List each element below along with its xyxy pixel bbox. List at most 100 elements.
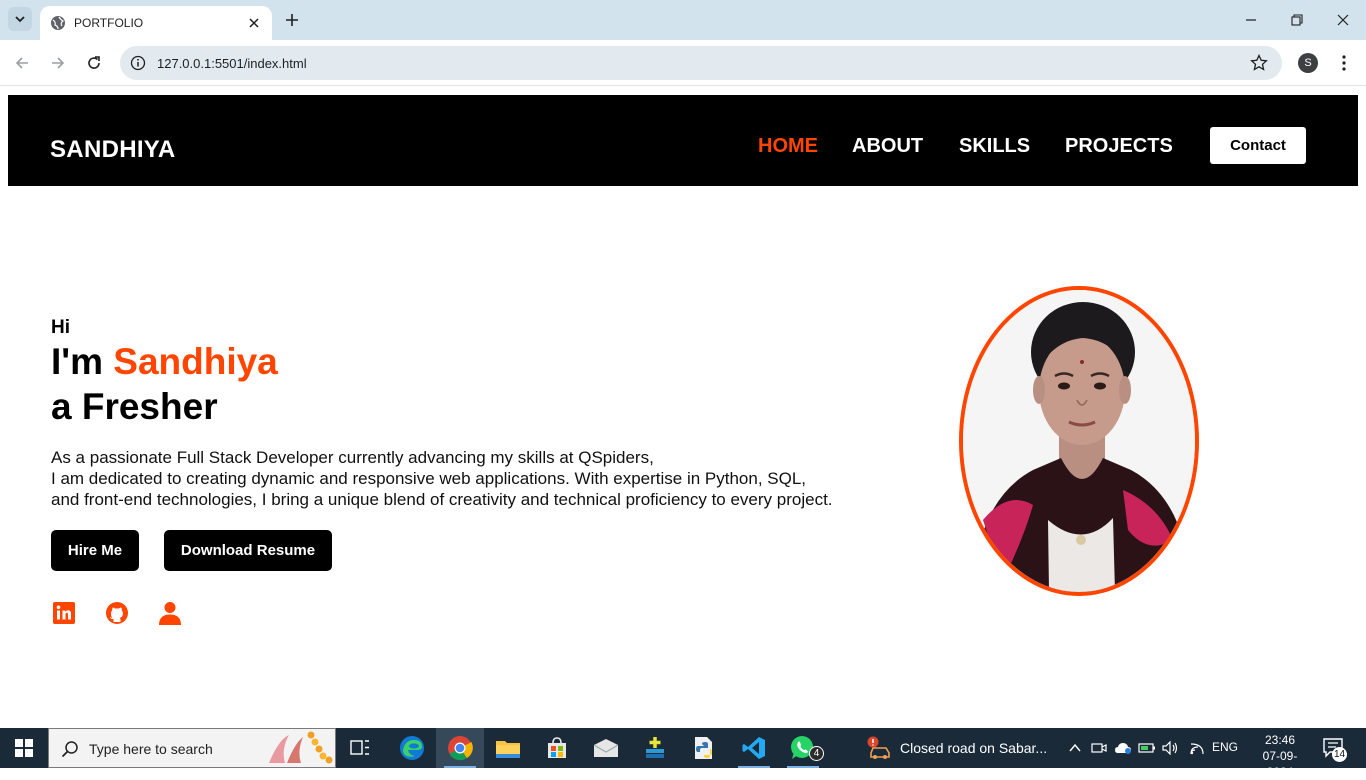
hero-greeting: Hi — [51, 317, 70, 338]
taskbar-vscode[interactable] — [730, 728, 778, 768]
taskbar-store[interactable] — [533, 728, 581, 768]
arrow-left-icon — [15, 57, 28, 69]
forward-button[interactable] — [46, 51, 70, 75]
show-hidden-icons-button[interactable] — [1065, 738, 1085, 758]
mail-icon — [593, 739, 619, 757]
hero-description: As a passionate Full Stack Developer cur… — [51, 447, 833, 510]
plus-icon — [286, 14, 298, 26]
wifi-icon — [1190, 743, 1204, 755]
taskbar-search-box[interactable]: Type here to search — [48, 728, 336, 768]
nav-skills[interactable]: SKILLS — [959, 135, 1030, 158]
taskbar-edge[interactable] — [388, 728, 436, 768]
notification-center-button[interactable]: 14 — [1322, 736, 1347, 762]
browser-tabstrip: PORTFOLIO — [0, 0, 1366, 40]
profile-avatar[interactable]: S — [1298, 53, 1318, 73]
close-icon — [249, 18, 259, 28]
minimize-button[interactable] — [1228, 0, 1274, 40]
site-header: SANDHIYA HOME ABOUT SKILLS PROJECTS Cont… — [8, 95, 1358, 186]
taskbar-file-explorer[interactable] — [484, 728, 532, 768]
python-file-icon — [695, 737, 712, 759]
news-headline: Closed road on Sabar... — [900, 740, 1048, 756]
site-logo[interactable]: SANDHIYA — [50, 136, 176, 164]
store-icon — [548, 737, 566, 758]
profile-photo — [959, 286, 1199, 596]
reload-button[interactable] — [82, 51, 106, 75]
clock-time: 23:46 — [1264, 733, 1296, 747]
news-widget[interactable]: Closed road on Sabar... — [866, 728, 1047, 768]
speaker-icon — [1162, 741, 1178, 755]
notification-badge: 4 — [809, 746, 824, 761]
task-view-button[interactable] — [336, 728, 384, 768]
clock[interactable]: 23:46 07-09-2024 — [1252, 732, 1308, 780]
nav-projects[interactable]: PROJECTS — [1065, 135, 1173, 158]
car-alert-icon — [867, 736, 890, 759]
hire-me-button[interactable]: Hire Me — [51, 530, 139, 571]
start-button[interactable] — [0, 728, 48, 768]
url-text[interactable]: 127.0.0.1:5501/index.html — [157, 56, 307, 71]
linkedin-link[interactable] — [52, 601, 76, 625]
chrome-icon — [448, 736, 473, 761]
kebab-menu-icon — [1342, 55, 1346, 71]
portrait-image — [963, 290, 1195, 592]
taskbar-whatsapp[interactable]: 4 — [779, 728, 827, 768]
tab-close-button[interactable] — [246, 15, 262, 31]
bookmark-star-icon[interactable] — [1250, 54, 1268, 72]
taskbar: Type here to search 4 Closed road on Sab… — [0, 728, 1366, 779]
close-window-button[interactable] — [1320, 0, 1366, 40]
nav-about[interactable]: ABOUT — [852, 135, 923, 158]
vscode-icon — [742, 737, 765, 759]
notification-count: 14 — [1332, 747, 1347, 762]
restore-button[interactable] — [1274, 0, 1320, 40]
github-icon — [106, 602, 128, 624]
nav-home[interactable]: HOME — [758, 135, 818, 158]
hero-name: Sandhiya — [113, 341, 278, 382]
profile-link[interactable] — [158, 601, 182, 625]
arrow-right-icon — [52, 57, 65, 69]
minimize-icon — [1246, 19, 1256, 21]
taskbar-chrome[interactable] — [436, 728, 484, 768]
taskbar-app-stack[interactable] — [631, 728, 679, 768]
cloud-icon — [1115, 743, 1131, 754]
stack-app-icon — [646, 737, 664, 758]
edge-icon — [400, 736, 424, 760]
tray-battery[interactable] — [1137, 738, 1157, 758]
description-line: As a passionate Full Stack Developer cur… — [51, 448, 654, 467]
info-icon[interactable] — [130, 55, 146, 71]
description-line: I am dedicated to creating dynamic and r… — [51, 469, 807, 488]
linkedin-icon — [53, 602, 75, 624]
tray-network[interactable] — [1187, 738, 1207, 758]
chevron-up-icon — [1069, 743, 1081, 752]
tray-meet-now[interactable] — [1089, 738, 1109, 758]
browser-menu-button[interactable] — [1334, 53, 1354, 73]
search-placeholder: Type here to search — [89, 741, 213, 757]
address-bar[interactable]: 127.0.0.1:5501/index.html — [120, 46, 1282, 80]
browser-toolbar: 127.0.0.1:5501/index.html S — [0, 40, 1366, 86]
hero-role: a Fresher — [51, 386, 218, 427]
clock-date: 07-09-2024 — [1262, 749, 1298, 779]
back-button[interactable] — [10, 51, 34, 75]
battery-icon — [1138, 743, 1155, 753]
download-resume-button[interactable]: Download Resume — [164, 530, 332, 571]
tab-search-button[interactable] — [8, 7, 32, 31]
search-icon — [61, 741, 78, 758]
description-line: and front-end technologies, I bring a un… — [51, 490, 833, 509]
task-view-icon — [350, 740, 369, 755]
browser-tab[interactable]: PORTFOLIO — [40, 6, 272, 40]
camera-icon — [1091, 743, 1107, 753]
contact-button[interactable]: Contact — [1210, 127, 1306, 164]
folder-icon — [496, 741, 520, 758]
user-icon — [159, 602, 181, 625]
close-icon — [1337, 14, 1349, 26]
tab-title: PORTFOLIO — [74, 16, 144, 30]
new-tab-button[interactable] — [282, 10, 302, 30]
festival-decoration-icon — [269, 731, 333, 764]
hero-intro: I'm Sandhiya — [51, 341, 278, 383]
github-link[interactable] — [105, 601, 129, 625]
language-indicator[interactable]: ENG — [1212, 740, 1238, 754]
taskbar-mail[interactable] — [582, 728, 630, 768]
tray-volume[interactable] — [1161, 738, 1181, 758]
tray-onedrive[interactable] — [1113, 738, 1133, 758]
taskbar-python[interactable] — [680, 728, 728, 768]
hero-intro-prefix: I'm — [51, 341, 114, 382]
restore-icon — [1291, 14, 1303, 26]
